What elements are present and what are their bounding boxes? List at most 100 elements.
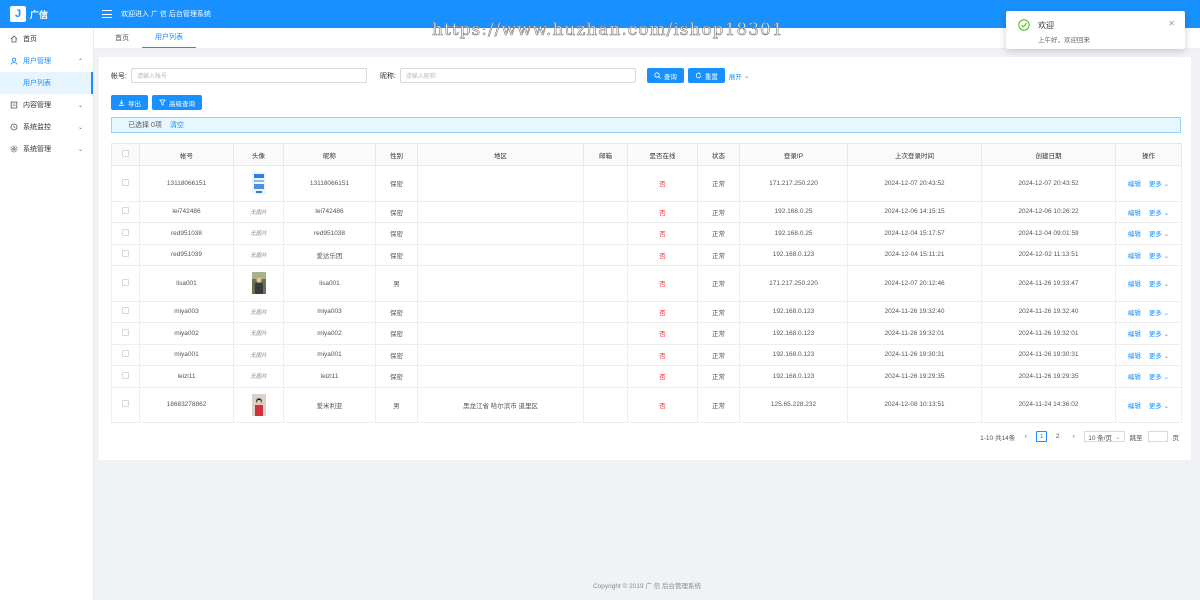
row-select-cell[interactable] xyxy=(111,386,140,423)
more-dropdown[interactable]: 更多 ⌄ xyxy=(1149,281,1169,288)
row-select-cell[interactable] xyxy=(111,165,140,202)
clear-selection-link[interactable]: 清空 xyxy=(170,120,184,130)
row-checkbox[interactable] xyxy=(122,228,129,236)
more-dropdown[interactable]: 更多 ⌄ xyxy=(1149,253,1169,260)
row-select-cell[interactable] xyxy=(111,322,140,345)
row-checkbox[interactable] xyxy=(122,400,129,408)
last-login-cell: 2024-12-06 14:15:15 xyxy=(847,200,982,223)
page-size-select[interactable]: 10 条/页 ⌄ xyxy=(1084,431,1125,442)
table-row[interactable]: miya002 无图片 miya002 保密否正常 192.168.0.123 2024-… xyxy=(111,322,1182,345)
status-cell: 正常 xyxy=(697,243,740,266)
table-row[interactable]: miya001 无图片 miya001 保密否正常 192.168.0.123 2024-… xyxy=(111,343,1182,366)
row-select-cell[interactable] xyxy=(111,243,140,266)
edit-link[interactable]: 编辑 xyxy=(1128,403,1141,410)
sidebar-item-system-monitor[interactable]: 系统监控 ⌄ xyxy=(0,116,93,138)
sidebar-item-user-management[interactable]: 用户管理 ⌃ xyxy=(0,50,93,72)
row-select-cell[interactable] xyxy=(111,343,140,366)
page-2-button[interactable]: 2 xyxy=(1052,431,1063,442)
sidebar-item-content-management[interactable]: 内容管理 ⌄ xyxy=(0,94,93,116)
sidebar-item-label: 用户列表 xyxy=(23,80,51,87)
logo[interactable]: J 广信 xyxy=(0,0,94,28)
account-input[interactable]: 请输入帐号 xyxy=(130,68,367,83)
table-row[interactable]: miya003 无图片 miya003 保密否正常 192.168.0.123 2024-… xyxy=(111,300,1182,323)
more-dropdown[interactable]: 更多 ⌄ xyxy=(1149,403,1169,410)
login-ip-cell: 192.168.0.25 xyxy=(739,200,848,223)
close-icon[interactable]: ✕ xyxy=(1168,19,1175,28)
more-dropdown[interactable]: 更多 ⌄ xyxy=(1149,374,1169,381)
export-button[interactable]: 导出 xyxy=(111,95,148,110)
row-checkbox[interactable] xyxy=(122,178,129,186)
page-1-button[interactable]: 1 xyxy=(1036,431,1048,442)
reset-button[interactable]: 重置 xyxy=(687,68,725,83)
login-ip-cell: 125.65.228.232 xyxy=(739,386,848,423)
sidebar-item-user-list[interactable]: 用户列表 xyxy=(0,72,93,94)
tab-user-list[interactable]: 用户列表 xyxy=(142,27,196,48)
prev-page-icon[interactable]: ‹ xyxy=(1020,431,1031,442)
created-date-cell: 2024-11-26 19:32:40 xyxy=(981,300,1116,323)
more-dropdown[interactable]: 更多 ⌄ xyxy=(1149,353,1169,360)
nickname-input[interactable]: 请输入昵称 xyxy=(399,68,636,83)
more-dropdown[interactable]: 更多 ⌄ xyxy=(1149,181,1169,188)
search-form: 帐号: 请输入帐号 昵称: 请输入昵称 查询 重置 展开 ⌄ xyxy=(111,68,753,83)
chevron-down-icon: ⌄ xyxy=(1163,374,1170,382)
more-dropdown[interactable]: 更多 ⌄ xyxy=(1149,310,1169,317)
column-header[interactable]: 昵称 xyxy=(283,143,376,166)
nickname-cell: leizi11 xyxy=(283,365,376,388)
avatar[interactable] xyxy=(251,172,266,195)
tab-home[interactable]: 首页 xyxy=(102,27,142,48)
row-checkbox[interactable] xyxy=(122,350,129,358)
avatar[interactable] xyxy=(251,393,266,416)
gender-cell: 保密 xyxy=(375,222,418,245)
more-dropdown[interactable]: 更多 ⌄ xyxy=(1149,210,1169,217)
table-row[interactable]: red951039 无图片 爱达乐团 保密否正常 192.168.0.123 2024-1… xyxy=(111,243,1182,266)
next-page-icon[interactable]: › xyxy=(1068,431,1079,442)
jump-page-input[interactable] xyxy=(1147,431,1168,442)
edit-link[interactable]: 编辑 xyxy=(1128,281,1141,288)
row-select-cell[interactable] xyxy=(111,265,140,302)
row-checkbox[interactable] xyxy=(122,207,129,215)
row-checkbox[interactable] xyxy=(122,307,129,315)
online-cell: 否 xyxy=(627,200,698,223)
table-row[interactable]: lisa001 lisa001 男否正常 171.217.250.220 2024-12… xyxy=(111,265,1182,302)
edit-link[interactable]: 编辑 xyxy=(1128,331,1141,338)
query-button[interactable]: 查询 xyxy=(646,68,684,83)
row-select-cell[interactable] xyxy=(111,300,140,323)
column-header[interactable]: 上次登录时间 xyxy=(847,143,982,166)
table-row[interactable]: leizi11 无图片 leizi11 保密否正常 192.168.0.123 2024-… xyxy=(111,365,1182,388)
avatar-cell[interactable] xyxy=(233,386,284,423)
column-header[interactable]: 帐号 xyxy=(139,143,234,166)
edit-link[interactable]: 编辑 xyxy=(1128,231,1141,238)
row-checkbox[interactable] xyxy=(122,328,129,336)
row-checkbox[interactable] xyxy=(122,250,129,258)
nickname-cell: 爱米利亚 xyxy=(283,386,376,423)
expand-link[interactable]: 展开 ⌄ xyxy=(725,68,753,83)
chevron-down-icon: ⌄ xyxy=(1163,252,1170,260)
edit-link[interactable]: 编辑 xyxy=(1128,310,1141,317)
sidebar-item-system-management[interactable]: 系统管理 ⌄ xyxy=(0,138,93,160)
edit-link[interactable]: 编辑 xyxy=(1128,210,1141,217)
select-all-checkbox[interactable] xyxy=(122,150,129,157)
row-checkbox[interactable] xyxy=(122,371,129,379)
more-dropdown[interactable]: 更多 ⌄ xyxy=(1149,331,1169,338)
menu-fold-icon[interactable] xyxy=(102,10,112,18)
table-row[interactable]: red951038 无图片 red951038 保密否正常 192.168.0.25 20… xyxy=(111,222,1182,245)
sidebar-item-home[interactable]: 首页 xyxy=(0,28,93,50)
row-select-cell[interactable] xyxy=(111,222,140,245)
edit-link[interactable]: 编辑 xyxy=(1128,253,1141,260)
select-all-header[interactable] xyxy=(111,143,140,166)
table-row[interactable]: lei742486 无图片 lei742486 保密否正常 192.168.0.25 20… xyxy=(111,200,1182,223)
avatar[interactable] xyxy=(251,272,266,295)
edit-link[interactable]: 编辑 xyxy=(1128,374,1141,381)
more-dropdown[interactable]: 更多 ⌄ xyxy=(1149,231,1169,238)
column-header[interactable]: 创建日期 xyxy=(981,143,1116,166)
advanced-query-button[interactable]: 高级查询 xyxy=(152,95,202,110)
table-row[interactable]: 13118066151 13118066151 保密否正常 171.217.250.2… xyxy=(111,165,1182,202)
avatar-cell[interactable] xyxy=(233,165,284,202)
table-row[interactable]: 18683278862 爱米利亚男黑龙江省 哈尔滨市 道里区 否正常 125.65.2… xyxy=(111,386,1182,423)
avatar-cell[interactable] xyxy=(233,265,284,302)
row-select-cell[interactable] xyxy=(111,365,140,388)
edit-link[interactable]: 编辑 xyxy=(1128,353,1141,360)
edit-link[interactable]: 编辑 xyxy=(1128,181,1141,188)
row-select-cell[interactable] xyxy=(111,200,140,223)
row-checkbox[interactable] xyxy=(122,278,129,286)
